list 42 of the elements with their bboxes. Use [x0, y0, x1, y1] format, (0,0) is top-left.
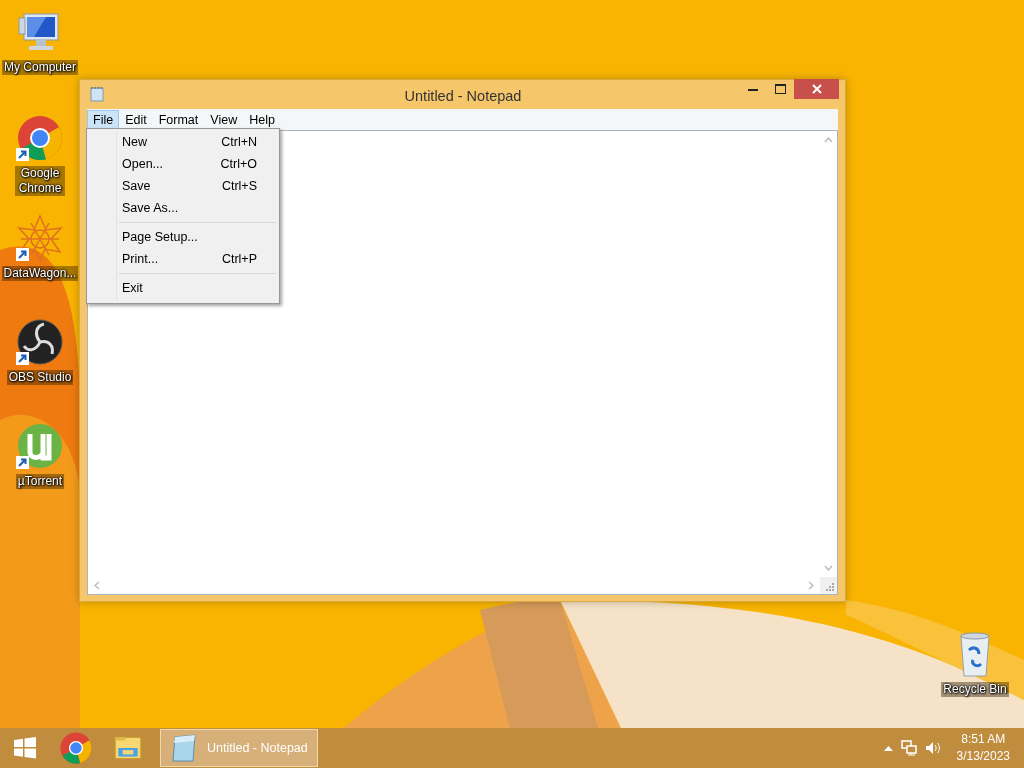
window-title: Untitled - Notepad [403, 87, 523, 106]
notepad-icon [90, 86, 104, 102]
shortcut-text: Ctrl+N [221, 134, 257, 150]
menu-entry-label[interactable]: Save [122, 178, 151, 194]
icon-label: Recycle Bin [941, 682, 1009, 697]
clock-date: 3/13/2023 [956, 748, 1010, 765]
windows-logo-icon [12, 735, 38, 761]
shortcut-text: Ctrl+O [220, 156, 257, 172]
icon-label: Google Chrome [15, 166, 65, 196]
menu-entry-label[interactable]: New [122, 134, 147, 150]
close-button[interactable] [794, 79, 839, 99]
menu-entry-label[interactable]: Exit [122, 280, 143, 296]
menu-item[interactable]: Help [243, 109, 281, 130]
resize-grip-icon[interactable] [825, 582, 834, 591]
minimize-icon [748, 87, 758, 91]
menu-entry-label[interactable]: Print... [122, 251, 159, 267]
scroll-left-icon[interactable] [94, 581, 100, 590]
scroll-down-icon[interactable] [824, 565, 833, 571]
shortcut-text: Ctrl+S [221, 178, 257, 194]
show-hidden-icons-icon[interactable] [883, 745, 893, 751]
app-icon[interactable] [16, 318, 64, 366]
shortcut-text: Ctrl+P [221, 251, 257, 267]
icon-label: µTorrent [15, 474, 65, 489]
network-icon[interactable] [900, 740, 917, 756]
scroll-right-icon[interactable] [808, 581, 814, 590]
menu-entry-label[interactable]: Page Setup... [122, 229, 198, 245]
menu-item[interactable]: Edit [119, 109, 153, 130]
menu-entry-label[interactable]: Open... [122, 156, 163, 172]
menu-item[interactable]: View [204, 109, 244, 130]
scroll-up-icon[interactable] [824, 137, 833, 143]
menu-item[interactable]: File [87, 109, 120, 130]
clock-time: 8:51 AM [960, 731, 1007, 748]
browser-icon [59, 731, 93, 765]
close-icon [811, 84, 822, 94]
maximize-icon [774, 84, 786, 94]
icon-label: DataWagon... [1, 266, 79, 281]
menu-item[interactable]: Format [152, 109, 205, 130]
icon-label: My Computer [2, 60, 78, 75]
volume-icon[interactable] [924, 741, 941, 755]
icon-label: OBS Studio [6, 370, 74, 385]
menu-entry-label[interactable]: Save As... [122, 200, 179, 216]
notepad-icon [169, 733, 199, 763]
